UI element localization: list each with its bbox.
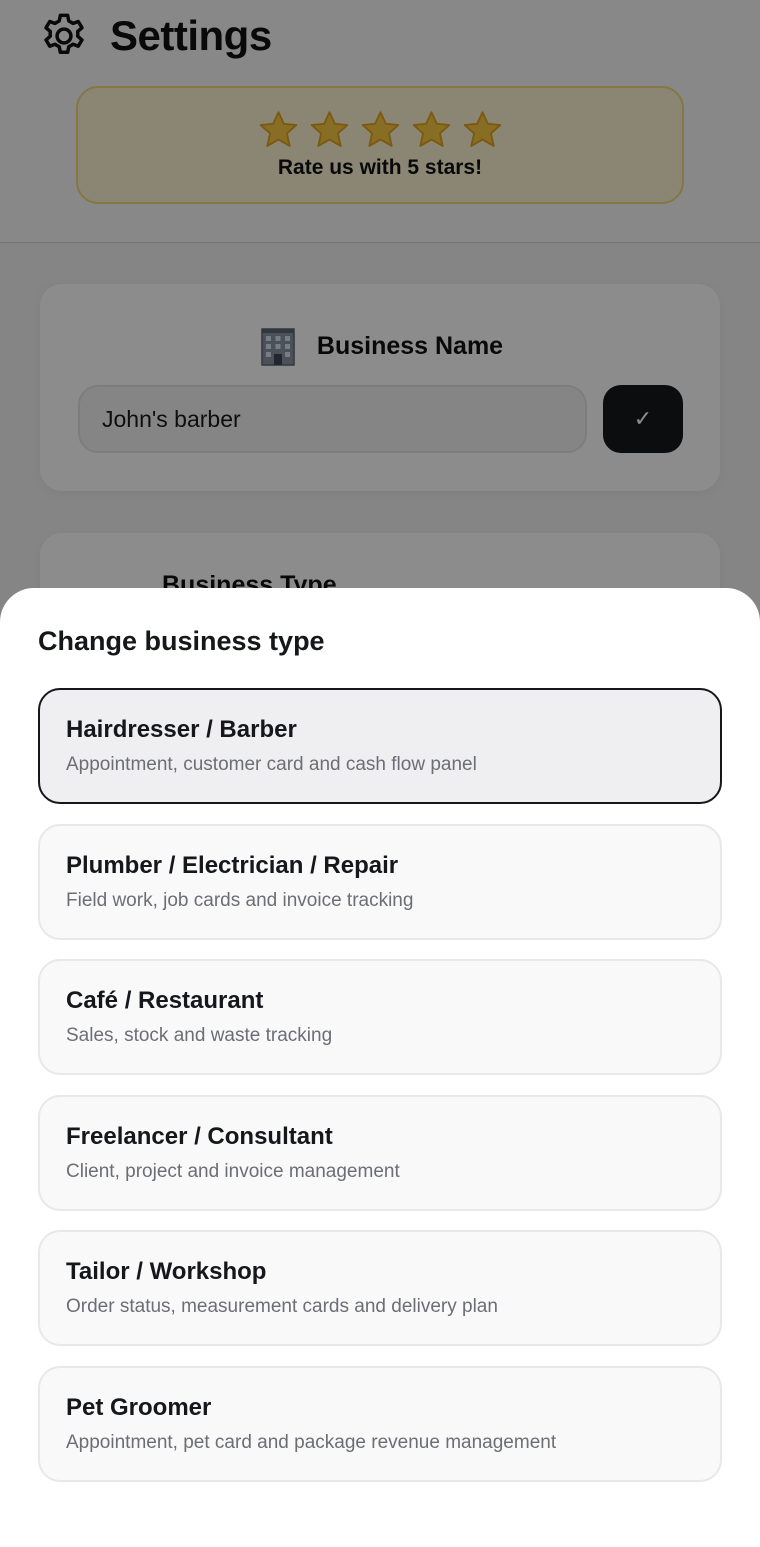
business-type-option-hairdresser[interactable]: Hairdresser / Barber Appointment, custom… [38, 688, 722, 804]
business-type-option-pet-groomer[interactable]: Pet Groomer Appointment, pet card and pa… [38, 1366, 722, 1482]
sheet-title: Change business type [38, 626, 325, 656]
option-title: Freelancer / Consultant [66, 1123, 333, 1150]
option-description: Appointment, pet card and package revenu… [66, 1432, 557, 1453]
option-title: Plumber / Electrician / Repair [66, 852, 399, 879]
option-description: Client, project and invoice management [66, 1161, 400, 1182]
business-type-option-freelancer[interactable]: Freelancer / Consultant Client, project … [38, 1095, 722, 1211]
option-description: Sales, stock and waste tracking [66, 1025, 333, 1046]
option-title: Hairdresser / Barber [66, 716, 297, 743]
business-type-option-cafe[interactable]: Café / Restaurant Sales, stock and waste… [38, 959, 722, 1075]
option-title: Pet Groomer [66, 1394, 212, 1421]
option-description: Field work, job cards and invoice tracki… [66, 890, 414, 911]
change-business-type-sheet: Change business type Hairdresser / Barbe… [0, 588, 760, 1547]
option-description: Appointment, customer card and cash flow… [66, 754, 477, 775]
business-type-option-plumber[interactable]: Plumber / Electrician / Repair Field wor… [38, 824, 722, 940]
business-type-option-tailor[interactable]: Tailor / Workshop Order status, measurem… [38, 1230, 722, 1346]
option-description: Order status, measurement cards and deli… [66, 1296, 498, 1317]
option-title: Café / Restaurant [66, 987, 264, 1014]
option-title: Tailor / Workshop [66, 1258, 267, 1285]
